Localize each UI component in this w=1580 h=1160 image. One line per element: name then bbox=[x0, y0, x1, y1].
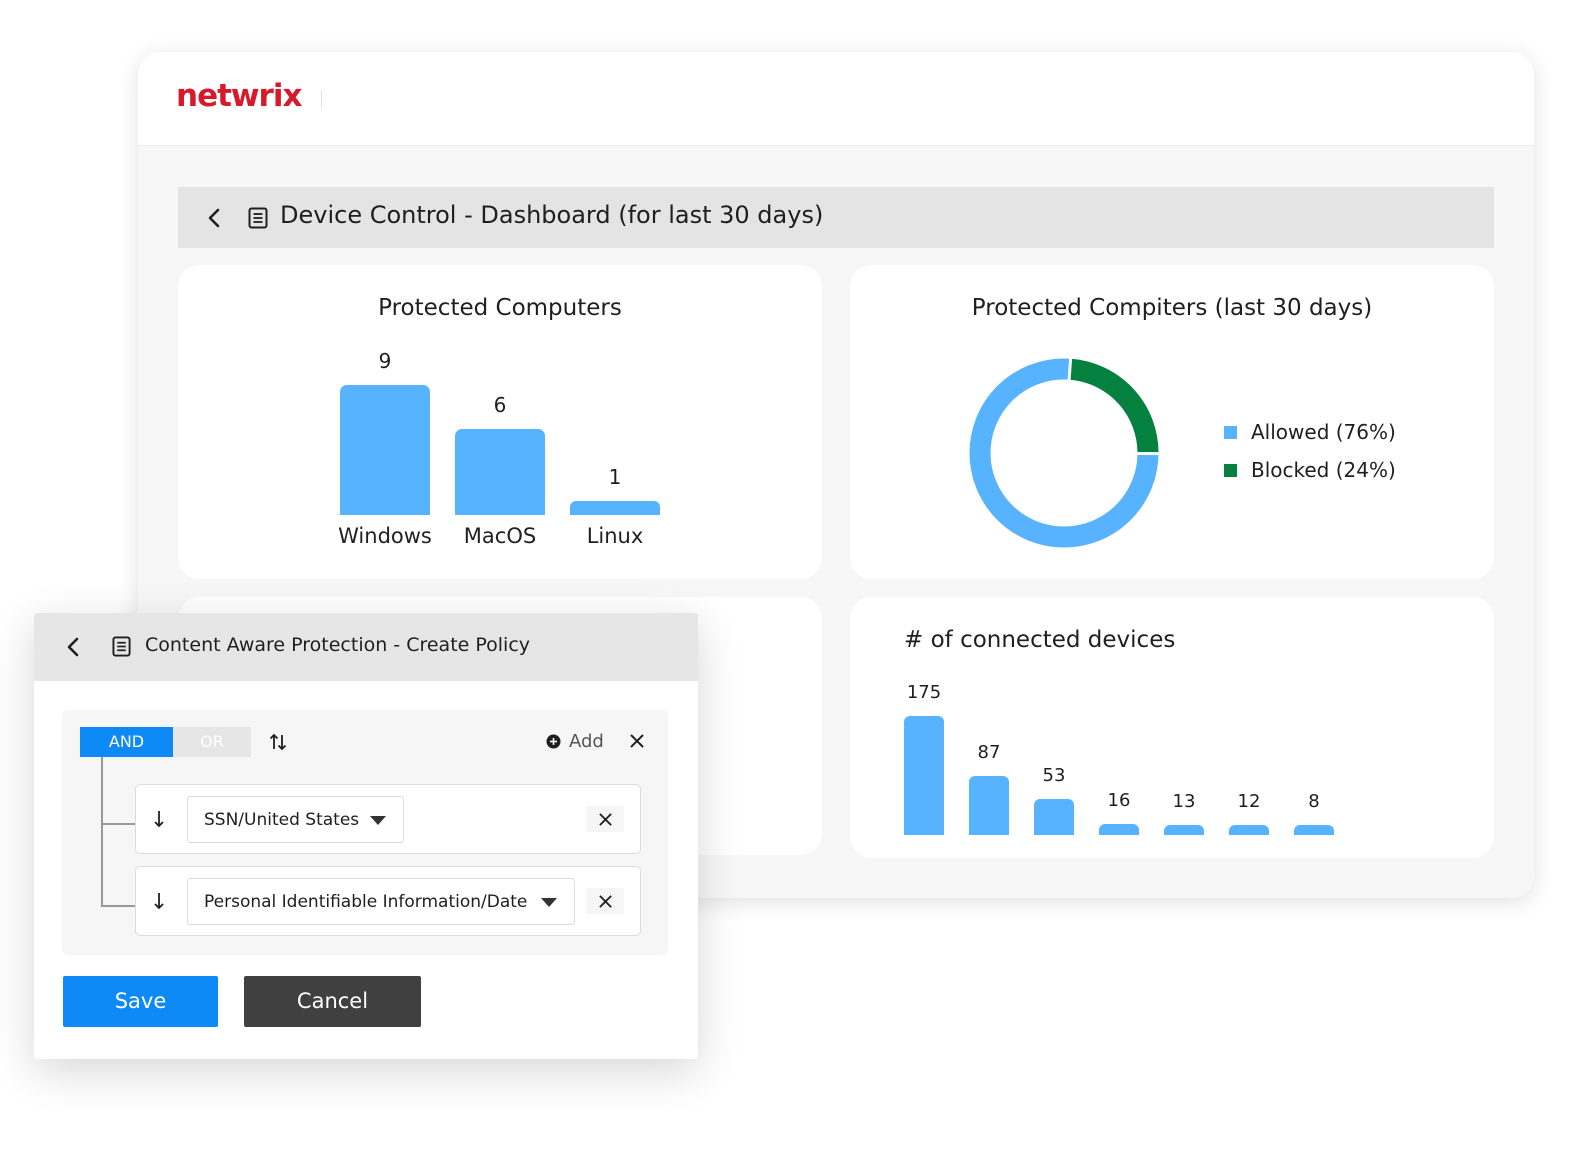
data-label: 87 bbox=[977, 741, 1001, 763]
policy-back-button[interactable] bbox=[60, 633, 86, 661]
tree-branch bbox=[101, 905, 135, 907]
chevron-down-icon bbox=[370, 816, 386, 825]
plus-circle-icon bbox=[546, 734, 561, 748]
protected-30-title: Protected Compiters (last 30 days) bbox=[971, 295, 1373, 321]
and-toggle[interactable]: AND bbox=[80, 727, 173, 757]
rule-group: AND OR Add SSN/United States Personal Id… bbox=[62, 710, 668, 955]
chevron-down-icon bbox=[541, 898, 557, 907]
legend-label: Allowed (76%) bbox=[1251, 420, 1396, 444]
legend-label: Blocked (24%) bbox=[1251, 458, 1396, 482]
data-label: 1 bbox=[608, 464, 622, 489]
document-icon bbox=[112, 636, 131, 657]
protected-30-card: Protected Compiters (last 30 days) Allow… bbox=[850, 265, 1494, 579]
bar bbox=[1034, 798, 1074, 835]
bar bbox=[455, 428, 545, 515]
or-toggle[interactable]: OR bbox=[173, 727, 251, 757]
data-label: 16 bbox=[1107, 790, 1131, 812]
data-label: 53 bbox=[1042, 764, 1066, 786]
logo-divider bbox=[321, 90, 322, 108]
document-icon bbox=[248, 207, 268, 229]
condition-row: SSN/United States bbox=[135, 784, 641, 854]
data-label: 6 bbox=[493, 392, 507, 417]
data-label: 9 bbox=[378, 349, 392, 374]
bar bbox=[340, 385, 430, 515]
protected-computers-card: Protected Computers 9 Windows 6 MacOS 1 Linux bbox=[178, 265, 822, 579]
bar bbox=[969, 775, 1009, 835]
save-button[interactable]: Save bbox=[63, 976, 218, 1027]
page-title: Device Control - Dashboard (for last 30 … bbox=[280, 201, 824, 229]
bar bbox=[904, 716, 944, 835]
chevron-left-icon bbox=[208, 208, 220, 228]
slice-separator bbox=[1067, 357, 1073, 381]
policy-header: Content Aware Protection - Create Policy bbox=[34, 613, 698, 681]
condition-select[interactable]: Personal Identifiable Information/Date bbox=[187, 878, 575, 925]
create-policy-panel: Content Aware Protection - Create Policy… bbox=[34, 613, 698, 1059]
bar bbox=[1164, 825, 1204, 835]
category-label: MacOS bbox=[463, 524, 537, 548]
cancel-button[interactable]: Cancel bbox=[244, 976, 421, 1027]
data-label: 175 bbox=[906, 682, 942, 703]
protected-30-donut-chart bbox=[969, 357, 1160, 548]
tree-line bbox=[101, 757, 103, 907]
bar bbox=[1229, 825, 1269, 835]
bar bbox=[1099, 824, 1139, 835]
connected-devices-card: # of connected devices 175 87 53 16 13 12 8 bbox=[850, 597, 1494, 858]
tree-branch bbox=[101, 823, 135, 825]
sort-button[interactable] bbox=[266, 730, 290, 754]
arrow-down-icon bbox=[154, 811, 164, 828]
data-label: 13 bbox=[1172, 791, 1196, 812]
condition-select-value: SSN/United States bbox=[204, 809, 360, 830]
connected-devices-title: # of connected devices bbox=[904, 627, 1176, 653]
donut-slice-blocked bbox=[1068, 358, 1159, 454]
condition-order-button[interactable] bbox=[148, 889, 170, 913]
condition-row: Personal Identifiable Information/Date bbox=[135, 866, 641, 936]
remove-condition-button[interactable] bbox=[586, 806, 624, 832]
chevron-left-icon bbox=[67, 637, 79, 657]
legend-item: Allowed (76%) bbox=[1224, 420, 1396, 444]
dashboard-title-bar: Device Control - Dashboard (for last 30 … bbox=[178, 187, 1494, 248]
policy-title: Content Aware Protection - Create Policy bbox=[145, 634, 531, 656]
bar bbox=[570, 500, 660, 515]
condition-select-value: Personal Identifiable Information/Date bbox=[204, 891, 528, 912]
legend-swatch bbox=[1224, 463, 1237, 477]
close-icon bbox=[598, 894, 612, 908]
arrow-down-icon bbox=[154, 893, 164, 910]
add-condition-button[interactable]: Add bbox=[546, 728, 604, 754]
back-button[interactable] bbox=[200, 204, 228, 232]
condition-select[interactable]: SSN/United States bbox=[187, 796, 404, 843]
close-icon bbox=[630, 734, 644, 748]
data-label: 8 bbox=[1308, 791, 1320, 812]
category-label: Linux bbox=[586, 524, 644, 548]
protected-computers-title: Protected Computers bbox=[378, 295, 622, 321]
bar bbox=[1294, 825, 1334, 835]
legend-swatch bbox=[1224, 425, 1237, 439]
add-label: Add bbox=[569, 730, 604, 752]
close-icon bbox=[598, 812, 612, 826]
legend-item: Blocked (24%) bbox=[1224, 458, 1396, 482]
top-bar: netwrix bbox=[138, 52, 1534, 146]
category-label: Windows bbox=[338, 524, 432, 548]
data-label: 12 bbox=[1237, 791, 1261, 812]
sort-arrows-icon bbox=[269, 733, 287, 751]
remove-condition-button[interactable] bbox=[586, 888, 624, 914]
netwrix-logo[interactable]: netwrix bbox=[176, 78, 302, 114]
condition-order-button[interactable] bbox=[148, 807, 170, 831]
remove-group-button[interactable] bbox=[624, 728, 650, 754]
